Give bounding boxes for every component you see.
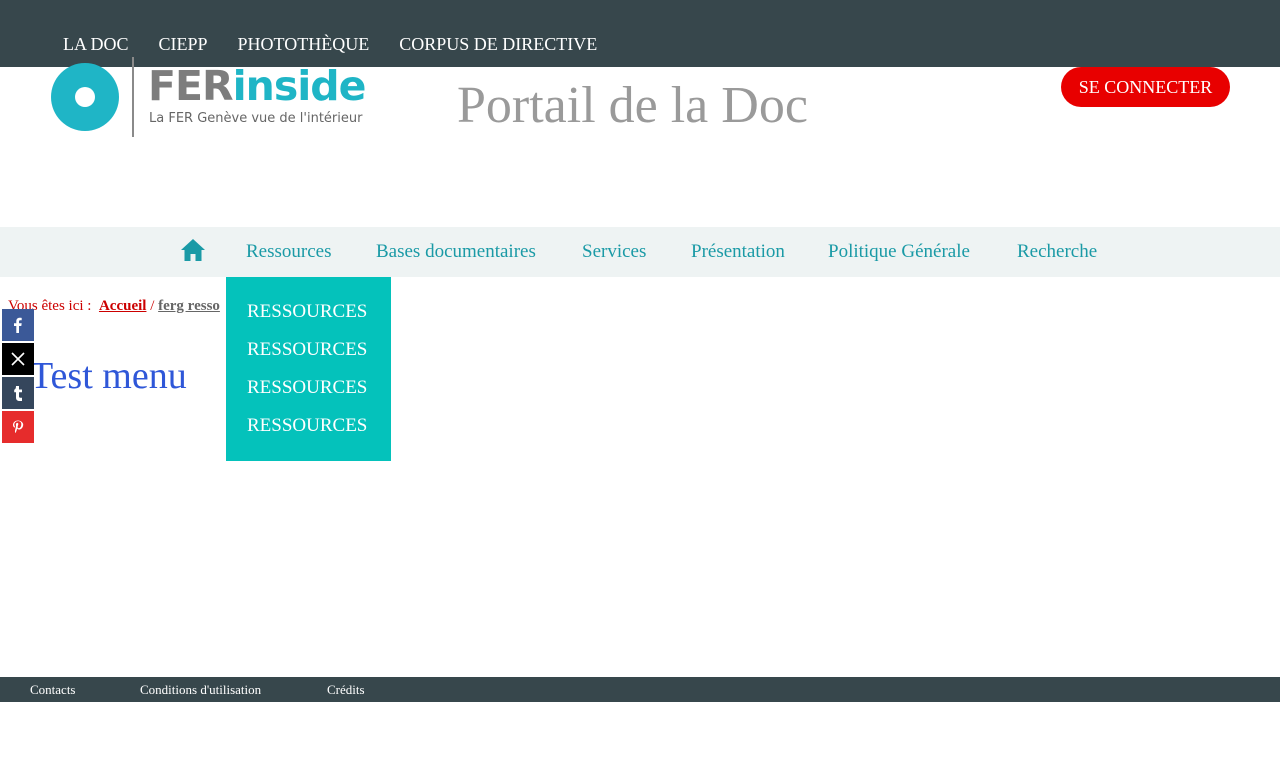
- logo-circle-icon: [51, 63, 119, 131]
- top-nav-phototheque[interactable]: PHOTOTHÈQUE: [238, 33, 370, 55]
- nav-politique-generale[interactable]: Politique Générale: [828, 240, 970, 264]
- breadcrumb-separator: /: [150, 298, 155, 314]
- main-nav: Ressources Bases documentaires Services …: [0, 227, 1280, 277]
- nav-ressources[interactable]: Ressources: [246, 240, 331, 264]
- dropdown-item[interactable]: RESSOURCES: [247, 300, 367, 324]
- nav-presentation[interactable]: Présentation: [691, 240, 785, 264]
- nav-bases-documentaires[interactable]: Bases documentaires: [376, 240, 536, 264]
- footer-credits-link[interactable]: Crédits: [327, 682, 365, 698]
- footer-conditions-link[interactable]: Conditions d'utilisation: [140, 682, 261, 698]
- logo-inside: inside: [232, 62, 367, 110]
- login-button[interactable]: SE CONNECTER: [1061, 67, 1230, 107]
- breadcrumb-current[interactable]: ferg resso: [158, 298, 220, 314]
- page-title: Test menu: [30, 355, 187, 397]
- footer: Contacts Conditions d'utilisation Crédit…: [0, 677, 1280, 702]
- dropdown-item[interactable]: RESSOURCES: [247, 376, 367, 400]
- facebook-icon[interactable]: [2, 309, 34, 341]
- dropdown-item[interactable]: RESSOURCES: [247, 414, 367, 438]
- footer-contacts-link[interactable]: Contacts: [30, 682, 76, 698]
- x-icon[interactable]: [2, 343, 34, 375]
- logo-fer: FER: [148, 62, 234, 110]
- ferinside-logo[interactable]: FERinside La FER Genève vue de l'intérie…: [50, 57, 390, 139]
- breadcrumb-home-link[interactable]: Accueil: [99, 298, 146, 314]
- portal-title: Portail de la Doc: [457, 77, 808, 134]
- logo-wordmark: FERinside: [148, 57, 367, 115]
- top-nav-corpus[interactable]: CORPUS DE DIRECTIVE: [399, 33, 597, 55]
- top-nav: LA DOC CIEPP PHOTOTHÈQUE CORPUS DE DIREC…: [63, 33, 627, 55]
- dropdown-item[interactable]: RESSOURCES: [247, 338, 367, 362]
- pinterest-icon[interactable]: [2, 411, 34, 443]
- breadcrumb: Vous êtes ici : Accueil / ferg resso: [8, 298, 220, 315]
- top-nav-la-doc[interactable]: LA DOC: [63, 33, 129, 55]
- logo-tagline: La FER Genève vue de l'intérieur: [149, 111, 363, 126]
- ressources-dropdown: RESSOURCES RESSOURCES RESSOURCES RESSOUR…: [226, 277, 391, 461]
- nav-services[interactable]: Services: [582, 240, 646, 264]
- nav-recherche[interactable]: Recherche: [1017, 240, 1097, 264]
- home-icon[interactable]: [180, 238, 206, 262]
- logo-divider: [132, 57, 134, 137]
- tumblr-icon[interactable]: [2, 377, 34, 409]
- top-nav-ciepp[interactable]: CIEPP: [159, 33, 208, 55]
